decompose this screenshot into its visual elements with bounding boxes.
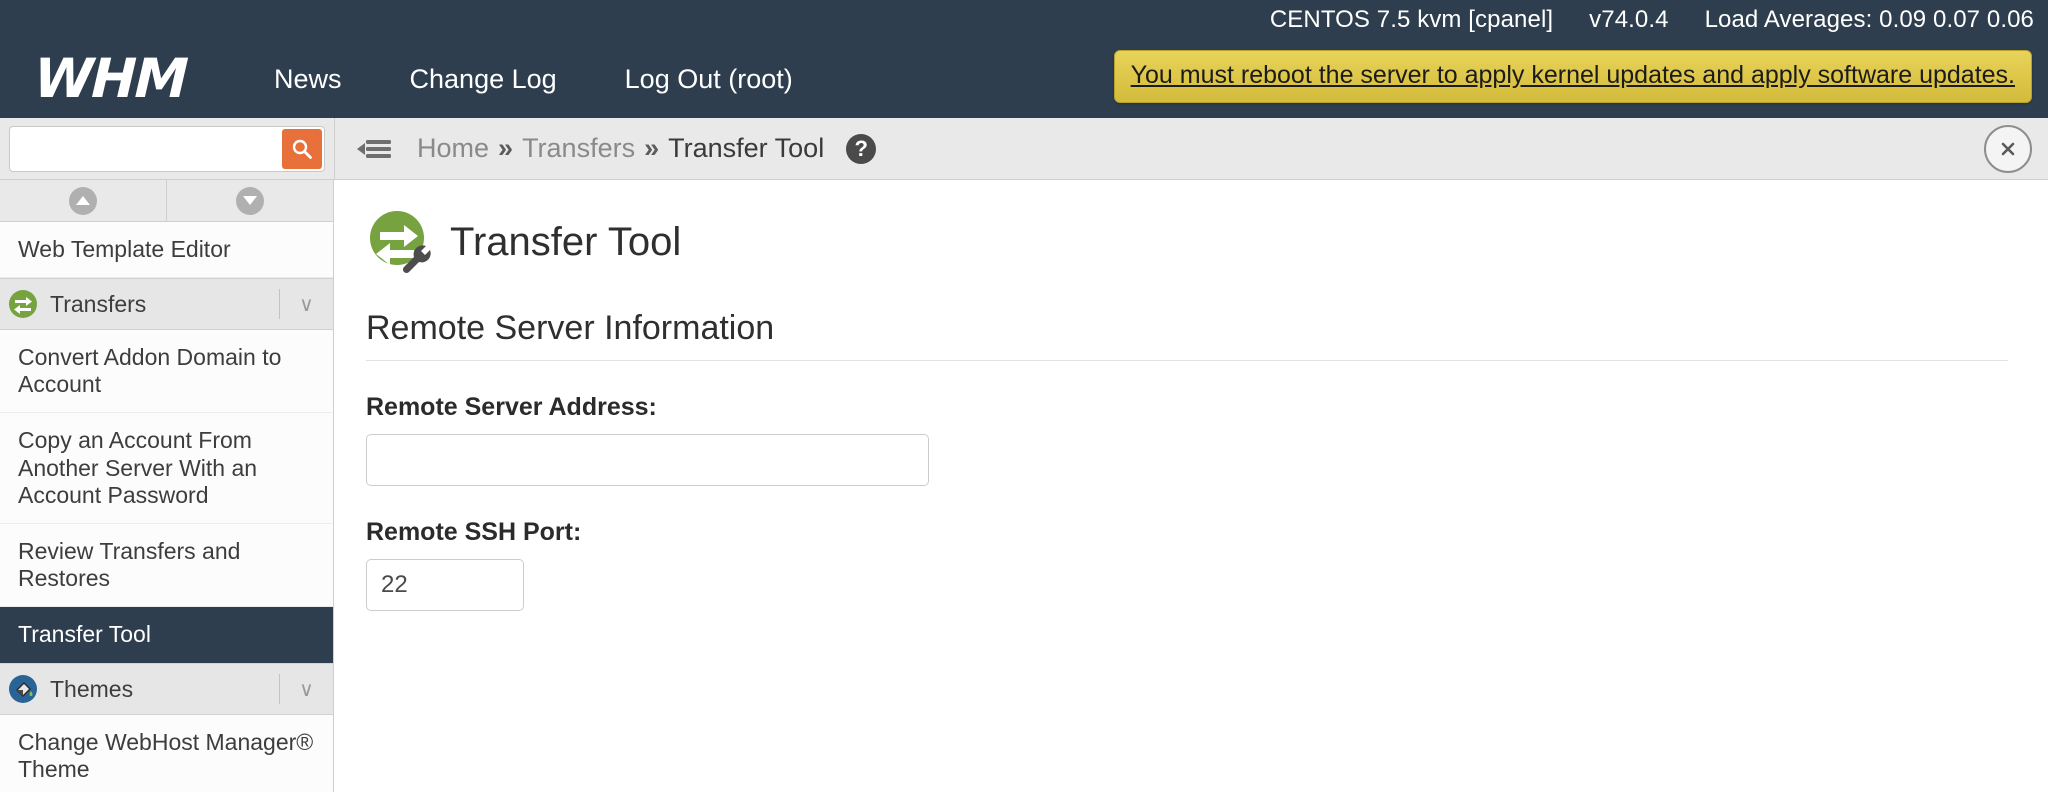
search-box[interactable] — [9, 126, 325, 172]
sidebar-group-label: Themes — [50, 676, 279, 703]
remote-ssh-port-input[interactable] — [366, 559, 524, 611]
breadcrumb-item-home[interactable]: Home — [417, 133, 489, 164]
search-input[interactable] — [10, 127, 324, 171]
reboot-notice-link[interactable]: You must reboot the server to apply kern… — [1131, 61, 2015, 89]
label-remote-server-address: Remote Server Address: — [366, 393, 2008, 422]
sidebar-scroll-up-button[interactable] — [0, 180, 167, 221]
breadcrumb-separator: » — [498, 133, 513, 164]
breadcrumb-container: Home » Transfers » Transfer Tool ? — [334, 118, 2048, 179]
server-status-line: CENTOS 7.5 kvm [cpanel] v74.0.4 Load Ave… — [1270, 0, 2034, 40]
breadcrumb: Home » Transfers » Transfer Tool ? — [417, 133, 876, 164]
sidebar-scroll-down-button[interactable] — [167, 180, 333, 221]
breadcrumb-separator: » — [644, 133, 659, 164]
sidebar-group-label: Transfers — [50, 291, 279, 318]
nav-change-log[interactable]: Change Log — [376, 64, 591, 95]
search-icon — [291, 138, 313, 160]
whm-version: v74.0.4 — [1589, 6, 1668, 34]
sidebar-group-themes[interactable]: Themes ∨ — [0, 663, 333, 715]
section-title-remote-server-information: Remote Server Information — [366, 309, 2008, 361]
sidebar-item-change-theme[interactable]: Change WebHost Manager® Theme — [0, 715, 333, 792]
nav-news[interactable]: News — [240, 64, 376, 95]
whm-logo[interactable]: WHM — [33, 52, 211, 106]
scroll-down-icon — [236, 187, 264, 215]
remote-server-address-input[interactable] — [366, 434, 929, 486]
chevron-down-icon[interactable]: ∨ — [279, 289, 333, 319]
question-mark-icon[interactable]: ? — [846, 134, 876, 164]
transfers-icon — [8, 289, 38, 319]
sidebar-item-transfer-tool[interactable]: Transfer Tool — [0, 607, 333, 663]
load-averages: Load Averages: 0.09 0.07 0.06 — [1705, 6, 2034, 34]
page-title: Transfer Tool — [450, 220, 681, 265]
body-container: Web Template Editor Transfers ∨ Convert … — [0, 180, 2048, 792]
search-button[interactable] — [282, 129, 322, 169]
os-info: CENTOS 7.5 kvm [cpanel] — [1270, 6, 1553, 34]
primary-nav: News Change Log Log Out (root) — [240, 64, 827, 95]
nav-log-out[interactable]: Log Out (root) — [591, 64, 827, 95]
breadcrumb-item-transfers[interactable]: Transfers — [522, 133, 635, 164]
reboot-notice-banner[interactable]: You must reboot the server to apply kern… — [1114, 50, 2032, 103]
label-remote-ssh-port: Remote SSH Port: — [366, 518, 2008, 547]
chevron-down-icon[interactable]: ∨ — [279, 674, 333, 704]
scroll-up-icon — [69, 187, 97, 215]
sidebar-item-copy-account[interactable]: Copy an Account From Another Server With… — [0, 413, 333, 523]
sidebar-item-web-template-editor[interactable]: Web Template Editor — [0, 222, 333, 278]
close-circle-icon[interactable] — [1984, 125, 2032, 173]
hamburger-back-icon[interactable] — [355, 135, 393, 163]
search-breadcrumb-bar: Home » Transfers » Transfer Tool ? — [0, 118, 2048, 180]
page-title-row: Transfer Tool — [366, 206, 2008, 279]
breadcrumb-item-transfer-tool: Transfer Tool — [668, 133, 824, 164]
sidebar-item-review-transfers[interactable]: Review Transfers and Restores — [0, 524, 333, 607]
sidebar-item-convert-addon-domain[interactable]: Convert Addon Domain to Account — [0, 330, 333, 413]
top-header-bar: CENTOS 7.5 kvm [cpanel] v74.0.4 Load Ave… — [0, 0, 2048, 118]
sidebar-group-transfers[interactable]: Transfers ∨ — [0, 278, 333, 330]
main-content: Transfer Tool Remote Server Information … — [334, 180, 2048, 792]
sidebar: Web Template Editor Transfers ∨ Convert … — [0, 180, 334, 792]
transfer-tool-icon — [366, 206, 434, 279]
sidebar-scroll-controls — [0, 180, 333, 222]
themes-icon — [8, 674, 38, 704]
search-container — [0, 118, 334, 179]
